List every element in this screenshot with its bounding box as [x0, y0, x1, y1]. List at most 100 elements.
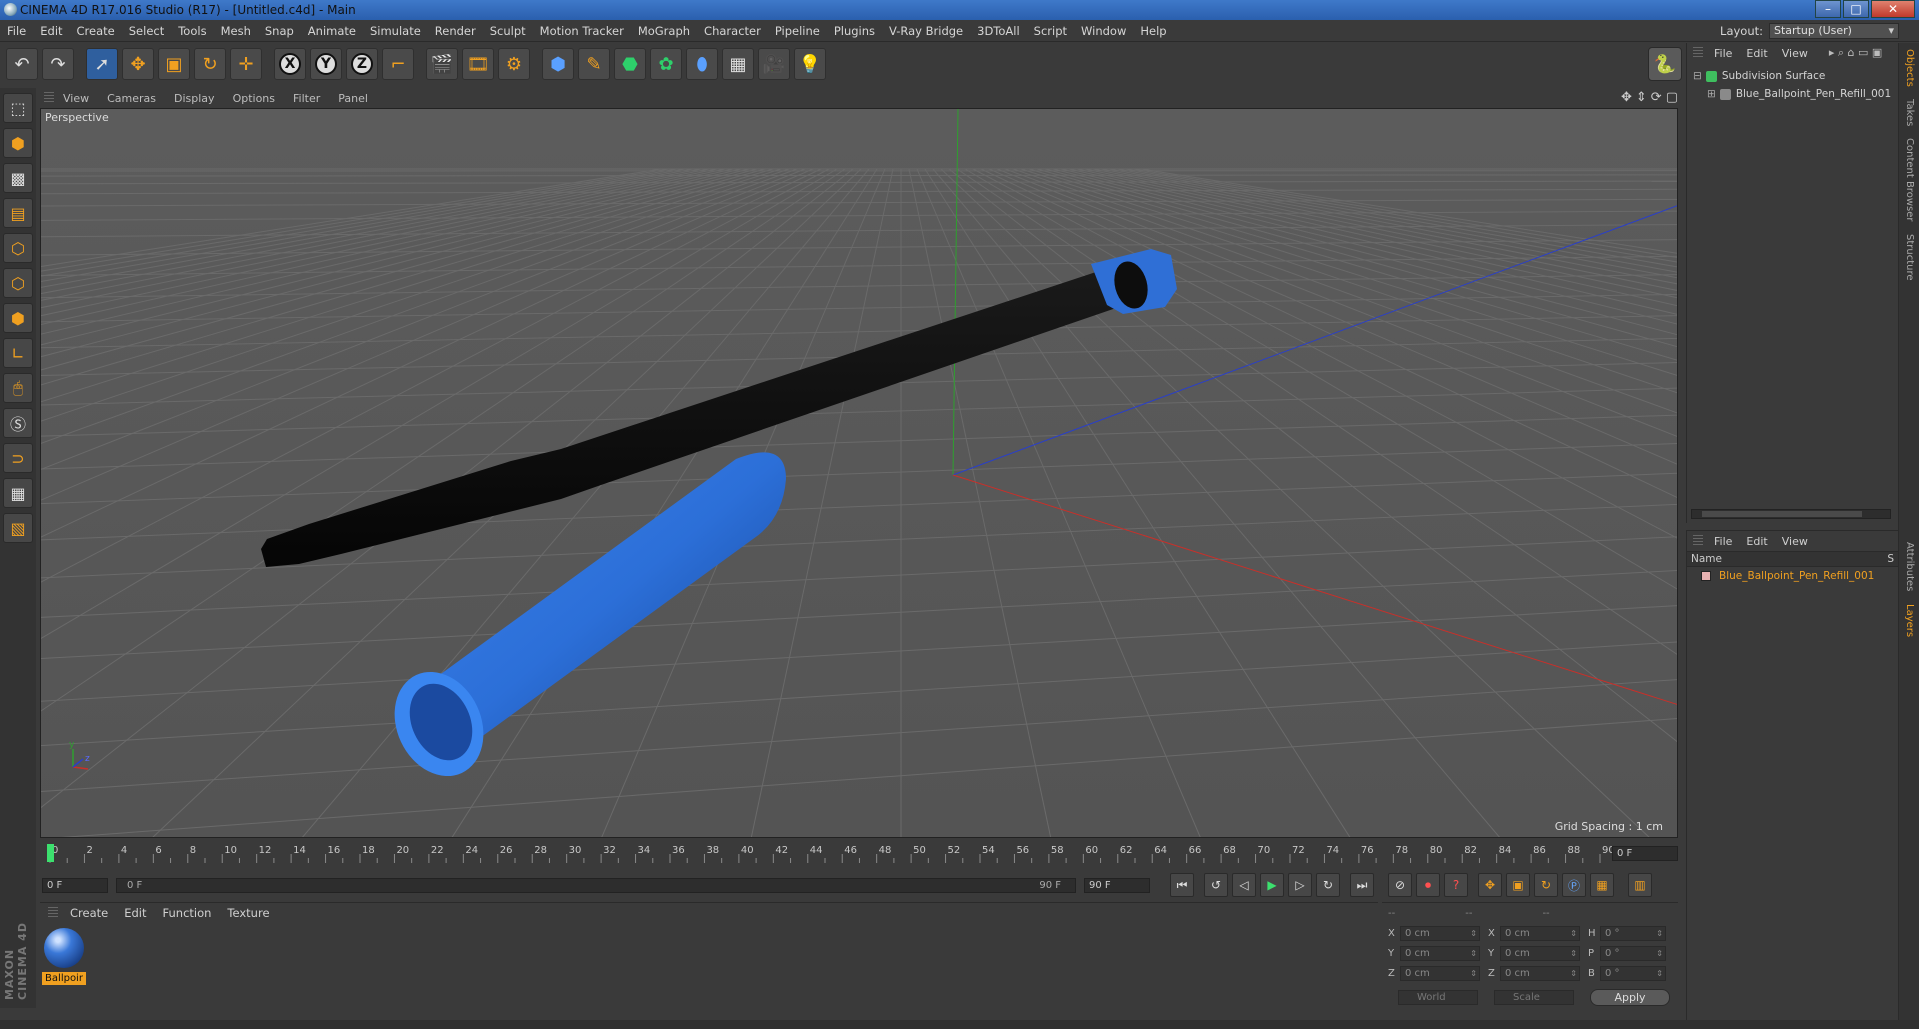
layers-column-solo[interactable]: S [1887, 553, 1894, 565]
minimize-button[interactable]: – [1815, 0, 1841, 18]
rotation-p-field[interactable]: 0 ° [1600, 945, 1666, 961]
z-axis-lock-button[interactable]: Z [346, 48, 378, 80]
size-y-field[interactable]: 0 cm [1500, 945, 1580, 961]
texture-mode-icon[interactable]: ▩ [3, 163, 33, 193]
viewport-menu-display[interactable]: Display [165, 92, 224, 105]
next-key-icon[interactable]: ↻ [1316, 873, 1340, 897]
render-picture-viewer-icon[interactable]: 🎞 [462, 48, 494, 80]
size-z-field[interactable]: 0 cm [1500, 965, 1580, 981]
perspective-viewport[interactable]: y z Perspective Grid Spacing : 1 cm [40, 108, 1678, 838]
edges-mode-icon[interactable]: ⬡ [3, 268, 33, 298]
viewport-menu-filter[interactable]: Filter [284, 92, 329, 105]
subdivision-surface-icon[interactable]: ⬣ [614, 48, 646, 80]
pan-view-icon[interactable]: ✥ [1621, 90, 1632, 105]
object-row-pen-refill[interactable]: ⊞ Blue_Ballpoint_Pen_Refill_001 [1687, 85, 1898, 103]
planar-workplane-icon[interactable]: ▧ [3, 513, 33, 543]
layout-dropdown[interactable]: Startup (User) [1769, 23, 1899, 39]
position-x-field[interactable]: 0 cm [1400, 925, 1480, 941]
menu-select[interactable]: Select [122, 24, 171, 38]
previous-frame-icon[interactable]: ◁ [1232, 873, 1256, 897]
object-row-subdivision-surface[interactable]: ⊟ Subdivision Surface [1687, 67, 1898, 85]
go-to-end-icon[interactable]: ⏭ [1350, 873, 1374, 897]
recent-tool-icon[interactable]: ✛ [230, 48, 262, 80]
make-editable-icon[interactable]: ⬚ [3, 93, 33, 123]
render-view-icon[interactable]: 🎬 [426, 48, 458, 80]
menu-create[interactable]: Create [70, 24, 122, 38]
undo-icon[interactable]: ↶ [6, 48, 38, 80]
python-icon[interactable]: 🐍 [1648, 47, 1682, 81]
zoom-view-icon[interactable]: ⇕ [1636, 90, 1647, 105]
redo-icon[interactable]: ↷ [42, 48, 74, 80]
autokey-icon[interactable]: ⏺ [1416, 873, 1440, 897]
key-parameter-icon[interactable]: Ⓟ [1562, 873, 1586, 897]
workplane-icon[interactable]: ▤ [3, 198, 33, 228]
menu-animate[interactable]: Animate [301, 24, 363, 38]
live-selection-icon[interactable]: ➚ [86, 48, 118, 80]
side-tab-attributes[interactable]: Attributes [1904, 536, 1915, 597]
close-button[interactable]: ✕ [1871, 0, 1915, 18]
objects-menu-view[interactable]: View [1775, 47, 1815, 60]
menu-tools[interactable]: Tools [171, 24, 213, 38]
side-tab-layers[interactable]: Layers [1904, 598, 1915, 643]
tree-collapse-icon[interactable]: ⊟ [1693, 70, 1702, 82]
menu-vray-bridge[interactable]: V-Ray Bridge [882, 24, 970, 38]
light-icon[interactable]: 💡 [794, 48, 826, 80]
layers-menu-file[interactable]: File [1707, 535, 1739, 548]
rotate-tool-icon[interactable]: ↻ [194, 48, 226, 80]
snapping-icon[interactable]: Ⓢ [3, 408, 33, 438]
record-active-objects-icon[interactable]: ⊘ [1388, 873, 1412, 897]
material-menu-edit[interactable]: Edit [116, 906, 154, 920]
key-position-icon[interactable]: ✥ [1478, 873, 1502, 897]
render-settings-icon[interactable]: ⚙ [498, 48, 530, 80]
key-pla-icon[interactable]: ▦ [1590, 873, 1614, 897]
keyframe-selection-icon[interactable]: ? [1444, 873, 1468, 897]
menu-file[interactable]: File [0, 24, 33, 38]
deformer-icon[interactable]: ⬮ [686, 48, 718, 80]
menu-pipeline[interactable]: Pipeline [768, 24, 827, 38]
pen-spline-icon[interactable]: ✎ [578, 48, 610, 80]
menu-mograph[interactable]: MoGraph [631, 24, 697, 38]
model-mode-icon[interactable]: ⬢ [3, 128, 33, 158]
objects-menu-file[interactable]: File [1707, 47, 1739, 60]
menu-help[interactable]: Help [1133, 24, 1173, 38]
scale-tool-icon[interactable]: ▣ [158, 48, 190, 80]
layer-color-swatch[interactable] [1701, 571, 1711, 581]
objects-menu-edit[interactable]: Edit [1739, 47, 1774, 60]
viewport-camera-label[interactable]: Perspective [45, 111, 109, 124]
layer-row[interactable]: Blue_Ballpoint_Pen_Refill_001 [1687, 567, 1898, 585]
next-frame-icon[interactable]: ▷ [1288, 873, 1312, 897]
play-forward-icon[interactable]: ▶ [1260, 873, 1284, 897]
material-menu-create[interactable]: Create [62, 906, 116, 920]
key-scale-icon[interactable]: ▣ [1506, 873, 1530, 897]
menu-sculpt[interactable]: Sculpt [483, 24, 533, 38]
tree-expand-icon[interactable]: ⊞ [1707, 88, 1716, 100]
floor-icon[interactable]: ▦ [722, 48, 754, 80]
lock-workplane-icon[interactable]: ▦ [3, 478, 33, 508]
size-mode-dropdown[interactable]: Scale [1494, 990, 1574, 1005]
menu-window[interactable]: Window [1074, 24, 1133, 38]
viewport-menu-panel[interactable]: Panel [329, 92, 377, 105]
panel-grip-icon[interactable] [1693, 535, 1703, 547]
panel-grip-icon[interactable] [1693, 47, 1703, 59]
menu-script[interactable]: Script [1027, 24, 1074, 38]
x-axis-lock-button[interactable]: X [274, 48, 306, 80]
menu-3dtoall[interactable]: 3DToAll [970, 24, 1027, 38]
menu-character[interactable]: Character [697, 24, 768, 38]
side-tab-objects[interactable]: Objects [1904, 43, 1915, 93]
coordinate-mode-dropdown[interactable]: World [1398, 990, 1478, 1005]
viewport-menu-view[interactable]: View [54, 92, 98, 105]
viewport-menu-options[interactable]: Options [224, 92, 284, 105]
menu-snap[interactable]: Snap [258, 24, 301, 38]
timeline-window-icon[interactable]: ▥ [1628, 873, 1652, 897]
material-menu-function[interactable]: Function [155, 906, 220, 920]
coordinate-system-icon[interactable]: ⌐ [382, 48, 414, 80]
menu-simulate[interactable]: Simulate [363, 24, 428, 38]
size-x-field[interactable]: 0 cm [1500, 925, 1580, 941]
camera-icon[interactable]: 🎥 [758, 48, 790, 80]
layers-menu-edit[interactable]: Edit [1739, 535, 1774, 548]
apply-button[interactable]: Apply [1590, 989, 1670, 1006]
move-tool-icon[interactable]: ✥ [122, 48, 154, 80]
y-axis-lock-button[interactable]: Y [310, 48, 342, 80]
layers-menu-view[interactable]: View [1775, 535, 1815, 548]
panel-grip-icon[interactable] [44, 92, 54, 104]
